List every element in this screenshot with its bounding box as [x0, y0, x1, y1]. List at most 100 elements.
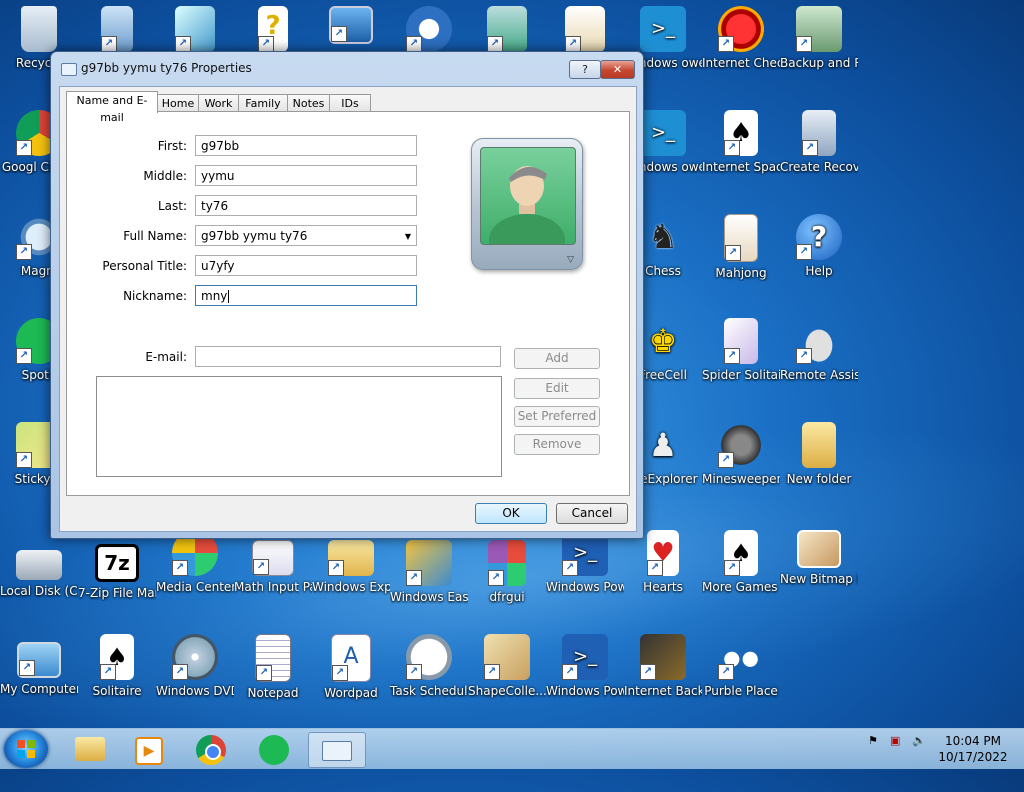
shortcut-arrow-icon: ↗	[562, 664, 578, 680]
taskbar-explorer[interactable]	[62, 732, 118, 766]
add-email-button[interactable]: Add	[514, 348, 600, 369]
desktop-icon-backup-restore[interactable]: ↗ Backup and Restore C...	[780, 6, 858, 71]
last-name-label: Last:	[157, 199, 187, 213]
icon-label: Internet Checkers	[702, 56, 780, 70]
email-field[interactable]	[195, 346, 501, 367]
desktop-icon-my-computer[interactable]: ↗ My Computer - Shortcut	[0, 634, 78, 697]
desktop-icon-wordpad[interactable]: A ↗ Wordpad	[312, 634, 390, 701]
math-input-icon: ↗	[252, 540, 294, 576]
shortcut-arrow-icon: ↗	[16, 348, 32, 364]
cancel-button[interactable]: Cancel	[556, 503, 628, 524]
desktop-icon-mahjong[interactable]: ↗ Mahjong	[702, 214, 780, 281]
close-button[interactable]: ✕	[600, 60, 635, 79]
contact-photo[interactable]: ▽	[471, 138, 585, 272]
taskbar-contacts-window[interactable]	[308, 732, 366, 768]
tab-ids[interactable]: IDs	[329, 94, 371, 112]
desktop-icon-dvd-maker[interactable]: ↗ Windows DVD Maker	[156, 634, 234, 699]
desktop-icon-windows-update[interactable]: ↗	[78, 6, 156, 56]
shortcut-arrow-icon: ↗	[484, 664, 500, 680]
desktop-icon-minesweeper[interactable]: ↗ Minesweeper	[702, 422, 780, 487]
edit-email-button[interactable]: Edit	[514, 378, 600, 399]
desktop-icon-help-doc[interactable]: ? ↗	[234, 6, 312, 56]
desktop-icon-more-games[interactable]: ♠↗ More Games from Micr...	[702, 530, 780, 595]
tab-name-and-email[interactable]: Name and E-mail	[66, 91, 158, 124]
hard-drive-icon	[16, 550, 62, 580]
nickname-field[interactable]: mny	[195, 285, 417, 306]
icon-label: More Games from Micr...	[702, 580, 780, 594]
desktop-icon-powershell-1[interactable]: >_↗ Windows PowerShell	[546, 530, 624, 595]
dialog-title: g97bb yymu ty76 Properties	[81, 61, 252, 75]
desktop-icon-sync-center[interactable]: ↗	[390, 6, 468, 56]
taskbar-chrome[interactable]	[184, 732, 240, 766]
desktop-icon-new-bitmap[interactable]: New Bitmap Image	[780, 530, 858, 587]
set-preferred-button[interactable]: Set Preferred	[514, 406, 600, 427]
icon-label: dfrgui	[489, 590, 525, 604]
action-center-icon[interactable]: ⚑	[868, 734, 878, 747]
easy-transfer-icon: ↗	[406, 540, 452, 586]
start-button[interactable]	[4, 730, 48, 768]
desktop-icon-notepad[interactable]: ↗ Notepad	[234, 634, 312, 701]
desktop-icon-internet-spades[interactable]: ♠↗ Internet Spades	[702, 110, 780, 175]
desktop-icon-dfrgui[interactable]: ↗ dfrgui	[468, 540, 546, 605]
help-button[interactable]: ?	[569, 60, 601, 79]
tab-notes[interactable]: Notes	[287, 94, 330, 112]
desktop-icon-system-tool[interactable]: ↗	[468, 6, 546, 56]
volume-icon[interactable]: 🔈	[912, 734, 926, 747]
media-player-icon: ▶	[135, 737, 163, 765]
remove-email-button[interactable]: Remove	[514, 434, 600, 455]
full-name-dropdown[interactable]: g97bb yymu ty76 ▼	[195, 225, 417, 246]
ok-button[interactable]: OK	[475, 503, 547, 524]
desktop-icon-purble-place[interactable]: ↗ Purble Place	[702, 634, 780, 699]
title-bar[interactable]: g97bb yymu ty76 Properties ? ✕	[51, 52, 643, 86]
desktop-icon-powershell-2[interactable]: >_↗ Windows PowerSh...	[546, 634, 624, 699]
shortcut-arrow-icon: ↗	[19, 660, 35, 676]
icon-label: New folder	[786, 472, 852, 486]
contact-card-icon	[61, 63, 77, 76]
network-icon[interactable]: ▣	[890, 734, 900, 747]
desktop-icon-solitaire[interactable]: ♠ ↗ Solitaire	[78, 634, 156, 699]
shortcut-arrow-icon: ↗	[718, 36, 734, 52]
desktop-icon-new-folder[interactable]: New folder	[780, 422, 858, 487]
desktop-icon-mail[interactable]: ↗	[156, 6, 234, 56]
desktop-icon-internet-checkers[interactable]: ↗ Internet Checkers	[702, 6, 780, 71]
desktop-icon-media-center[interactable]: ↗ Media Center	[156, 530, 234, 595]
desktop-icon-remote-assistance[interactable]: ↗ Remote Assistance	[780, 318, 858, 383]
dropdown-arrow-icon[interactable]: ▼	[405, 226, 411, 247]
desktop-icon-task-scheduler[interactable]: ↗ Task Scheduler	[390, 634, 468, 699]
desktop-icon-remote-desktop[interactable]: ↗	[312, 6, 390, 48]
first-name-field[interactable]: g97bb	[195, 135, 417, 156]
desktop-icon-7zip[interactable]: 7z 7-Zip File Manager	[78, 540, 156, 601]
desktop-icon-local-disk[interactable]: Local Disk (C)	[0, 540, 78, 599]
tab-work[interactable]: Work	[198, 94, 239, 112]
desktop-icon-backgammon[interactable]: ↗ Internet Backgammon	[624, 634, 702, 699]
icon-label: Create Recovery Disc	[780, 160, 858, 174]
windows-logo-icon	[17, 740, 35, 758]
desktop-icon-math-input[interactable]: ↗ Math Input Panel	[234, 540, 312, 595]
taskbar-spotify[interactable]	[246, 732, 302, 766]
clock[interactable]: 10:04 PM 10/17/2022	[930, 733, 1016, 765]
shortcut-arrow-icon: ↗	[640, 664, 656, 680]
middle-name-field[interactable]: yymu	[195, 165, 417, 186]
last-name-field[interactable]: ty76	[195, 195, 417, 216]
personal-title-field[interactable]: u7yfy	[195, 255, 417, 276]
computer-icon: ↗	[17, 642, 61, 678]
name-and-email-panel: First: g97bb Middle: yymu Last: ty76 Ful…	[66, 111, 630, 496]
desktop-icon-windows-explorer[interactable]: ↗ Windows Explorer	[312, 540, 390, 595]
chess-icon: ♞	[647, 217, 679, 257]
mine-icon: ↗	[718, 422, 764, 468]
desktop-icon-help[interactable]: ? ↗ Help	[780, 214, 858, 279]
tab-home[interactable]: Home	[157, 94, 199, 112]
tab-family[interactable]: Family	[238, 94, 288, 112]
desktop-icon-hearts[interactable]: ♥ ↗ Hearts	[624, 530, 702, 595]
email-list[interactable]	[96, 376, 502, 477]
desktop-icon-spider-solitaire[interactable]: ↗ Spider Solitaire	[702, 318, 780, 383]
desktop-icon-easy-transfer[interactable]: ↗ Windows Easy Transf...	[390, 540, 468, 605]
desktop-icon-shape-collector[interactable]: ↗ ShapeColle...	[468, 634, 546, 699]
shortcut-arrow-icon: ↗	[725, 245, 741, 261]
remote-desktop-icon: ↗	[329, 6, 373, 44]
dialog-client-area: Name and E-mail Home Work Family Notes I…	[59, 86, 637, 532]
taskbar-media-player[interactable]: ▶	[120, 732, 176, 766]
photo-menu-chevron-icon[interactable]: ▽	[567, 255, 574, 265]
desktop-icon-create-recovery-disc[interactable]: ↗ Create Recovery Disc	[780, 110, 858, 175]
desktop-icon-paint[interactable]: ↗	[546, 6, 624, 56]
